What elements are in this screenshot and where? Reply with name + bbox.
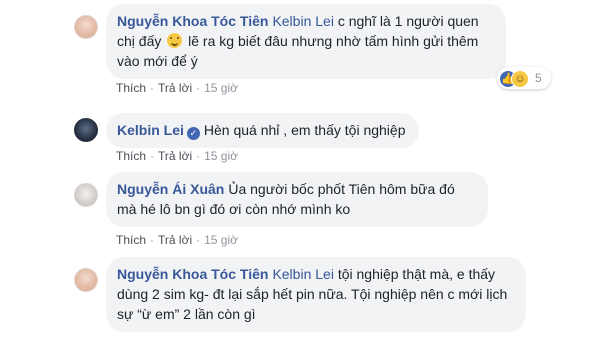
smiling-face-icon <box>167 33 183 48</box>
comment-bubble: Nguyễn Khoa Tóc Tiên Kelbin Lei tội nghiệ… <box>106 257 526 332</box>
separator: · <box>196 149 201 163</box>
haha-icon: ☺ <box>511 70 529 88</box>
commenter-name[interactable]: Nguyễn Khoa Tóc Tiên <box>117 13 268 29</box>
reactions-summary[interactable]: 👍 ☺ 5 <box>497 67 551 89</box>
separator: · <box>150 81 155 95</box>
reply-button[interactable]: Trả lời <box>158 81 192 95</box>
commenter-name[interactable]: Kelbin Lei <box>117 122 184 138</box>
timestamp[interactable]: 15 giờ <box>204 233 238 247</box>
reply-button[interactable]: Trả lời <box>158 149 192 163</box>
commenter-name[interactable]: Nguyễn Ái Xuân <box>117 181 224 197</box>
comment-actions: Thích · Trả lời · 15 giờ <box>116 148 238 164</box>
comment-bubble: Kelbin Lei ✓ Hèn quá nhỉ , em thấy tội ngh… <box>106 113 420 148</box>
commenter-name[interactable]: Nguyễn Khoa Tóc Tiên <box>117 266 268 282</box>
mention-link[interactable]: Kelbin Lei <box>272 13 334 29</box>
like-button[interactable]: Thích <box>116 149 146 163</box>
separator: · <box>150 233 155 247</box>
avatar[interactable] <box>74 268 98 292</box>
verified-badge-icon: ✓ <box>186 127 200 140</box>
comment-bubble: Nguyễn Ái Xuân Ủa người bốc phốt Tiên hôm… <box>106 172 488 227</box>
separator: · <box>196 81 201 95</box>
like-button[interactable]: Thích <box>116 81 146 95</box>
reply-button[interactable]: Trả lời <box>158 233 192 247</box>
comment-bubble: Nguyễn Khoa Tóc Tiên Kelbin Lei c nghĩ là… <box>106 4 506 79</box>
avatar[interactable] <box>74 118 98 142</box>
avatar[interactable] <box>74 15 98 39</box>
comment-actions: Thích · Trả lời · 15 giờ <box>116 232 238 248</box>
separator: · <box>150 149 155 163</box>
avatar[interactable] <box>74 183 98 207</box>
reaction-count: 5 <box>535 71 542 85</box>
mention-link[interactable]: Kelbin Lei <box>272 266 334 282</box>
timestamp[interactable]: 15 giờ <box>204 149 238 163</box>
separator: · <box>196 233 201 247</box>
like-button[interactable]: Thích <box>116 233 146 247</box>
comment-actions: Thích · Trả lời · 15 giờ <box>116 80 238 96</box>
timestamp[interactable]: 15 giờ <box>204 81 238 95</box>
comment-text: Hèn quá nhỉ , em thấy tội nghiệp <box>203 122 406 138</box>
